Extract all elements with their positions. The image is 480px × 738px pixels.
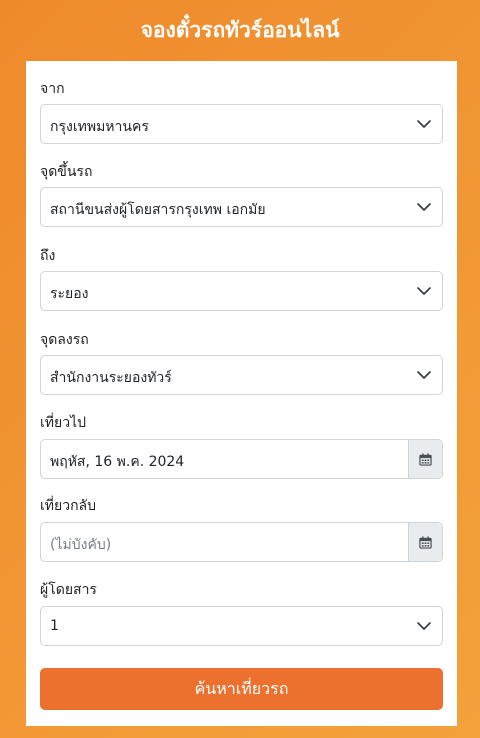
chevron-down-icon [417,120,431,128]
depart-label: เที่ยวไป [40,415,87,431]
depart-date-field[interactable]: พฤหัส, 16 พ.ค. 2024 [41,440,408,478]
chevron-down-icon [417,371,431,379]
return-label: เที่ยวกลับ [40,498,97,514]
depart-date-value: พฤหัส, 16 พ.ค. 2024 [50,454,185,470]
calendar-icon [419,452,432,466]
to-select[interactable]: ระยอง [40,271,443,311]
dropoff-select-value: สำนักงานระยองทัวร์ [50,370,172,386]
from-select[interactable]: กรุงเทพมหานคร [40,104,443,144]
pickup-label: จุดขึ้นรถ [40,164,93,180]
dropoff-label: จุดลงรถ [40,332,89,348]
from-label: จาก [40,81,65,97]
depart-calendar-button[interactable] [408,440,442,478]
page-title: จองตั๋วรถทัวร์ออนไลน์ [140,17,340,42]
passengers-select-value: 1 [50,618,59,634]
chevron-down-icon [417,287,431,295]
booking-form: จาก กรุงเทพมหานคร จุดขึ้นรถ สถานีขนส่งผู… [26,61,457,726]
calendar-icon [419,535,432,549]
return-date-placeholder: (ไม่บังคับ) [50,537,112,553]
return-calendar-button[interactable] [408,523,442,561]
return-date-input[interactable]: (ไม่บังคับ) [40,522,443,562]
to-select-value: ระยอง [50,286,89,302]
search-trips-button[interactable]: ค้นหาเที่ยวรถ [40,668,443,710]
chevron-down-icon [417,203,431,211]
dropoff-select[interactable]: สำนักงานระยองทัวร์ [40,355,443,395]
chevron-down-icon [417,622,431,630]
pickup-select[interactable]: สถานีขนส่งผู้โดยสารกรุงเทพ เอกมัย [40,187,443,227]
from-select-value: กรุงเทพมหานคร [50,119,149,135]
return-date-field[interactable]: (ไม่บังคับ) [41,523,408,561]
to-label: ถึง [40,248,56,264]
passengers-label: ผู้โดยสาร [40,582,97,598]
depart-date-input[interactable]: พฤหัส, 16 พ.ค. 2024 [40,439,443,479]
pickup-select-value: สถานีขนส่งผู้โดยสารกรุงเทพ เอกมัย [50,202,266,218]
passengers-select[interactable]: 1 [40,606,443,646]
